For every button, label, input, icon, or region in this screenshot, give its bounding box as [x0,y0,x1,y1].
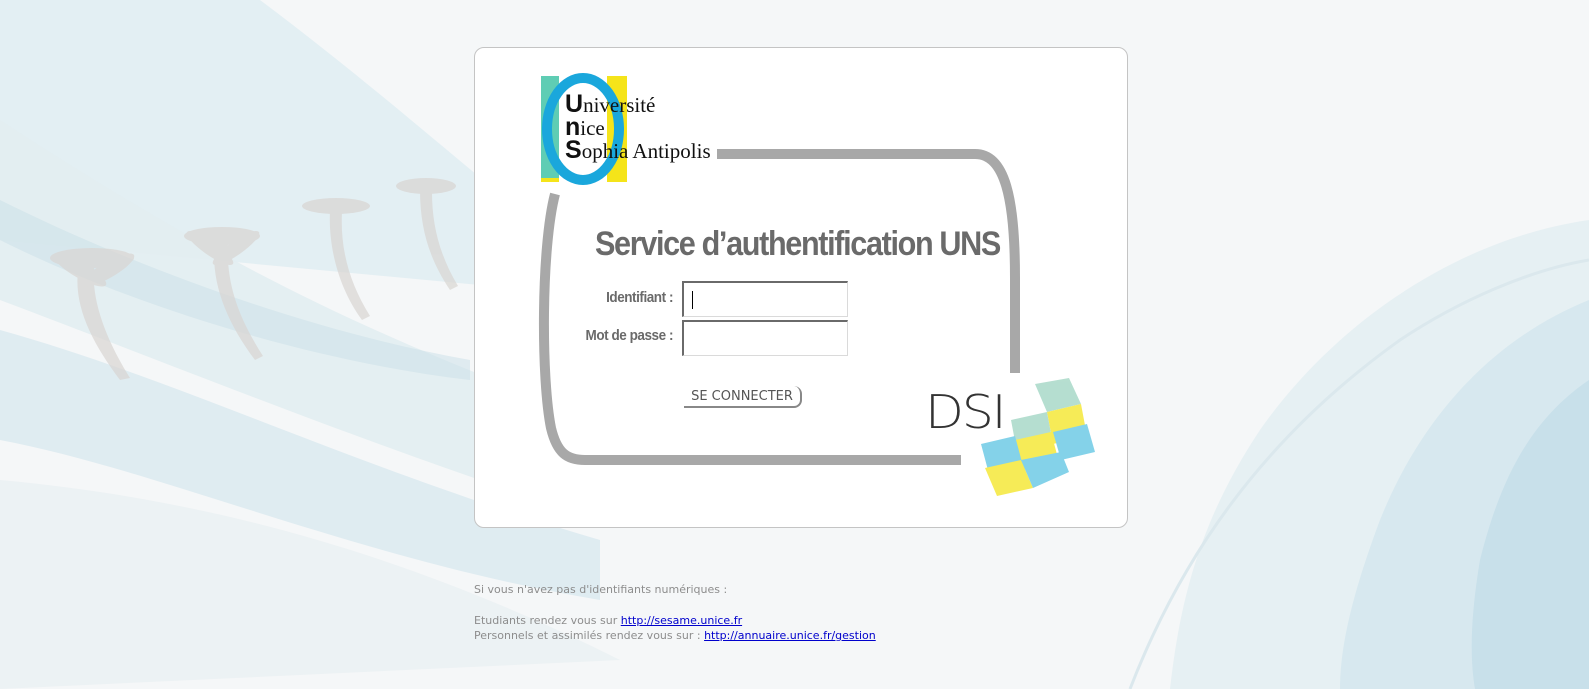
username-input[interactable] [682,281,848,317]
help-heading: Si vous n'avez pas d'identifiants numéri… [474,583,728,596]
students-text: Etudiants rendez vous sur [474,614,621,627]
login-card: Université nice Sophia Antipolis Service… [474,47,1128,528]
username-label: Identifiant : [606,289,673,306]
staff-line: Personnels et assimilés rendez vous sur … [474,628,876,643]
logo-line2: ice [580,116,605,140]
staff-text: Personnels et assimilés rendez vous sur … [474,629,705,642]
dsi-logo-text: DSI [925,385,1007,439]
logo-initial-s: S [565,136,582,164]
password-input[interactable] [682,320,848,356]
login-button[interactable]: SE CONNECTER [684,386,802,408]
annuaire-link[interactable]: http://annuaire.unice.fr/gestion [704,629,876,642]
logo-line1: niversité [583,93,656,117]
page-title: Service d’authentification UNS [595,225,1001,263]
help-info: Si vous n'avez pas d'identifiants numéri… [474,582,876,643]
text-caret [692,291,693,309]
university-logo-text: Université nice Sophia Antipolis [565,92,711,164]
password-label: Mot de passe : [585,327,674,344]
students-line: Etudiants rendez vous sur http://sesame.… [474,613,876,628]
sesame-link[interactable]: http://sesame.unice.fr [621,614,742,627]
logo-line3: ophia Antipolis [581,139,711,163]
